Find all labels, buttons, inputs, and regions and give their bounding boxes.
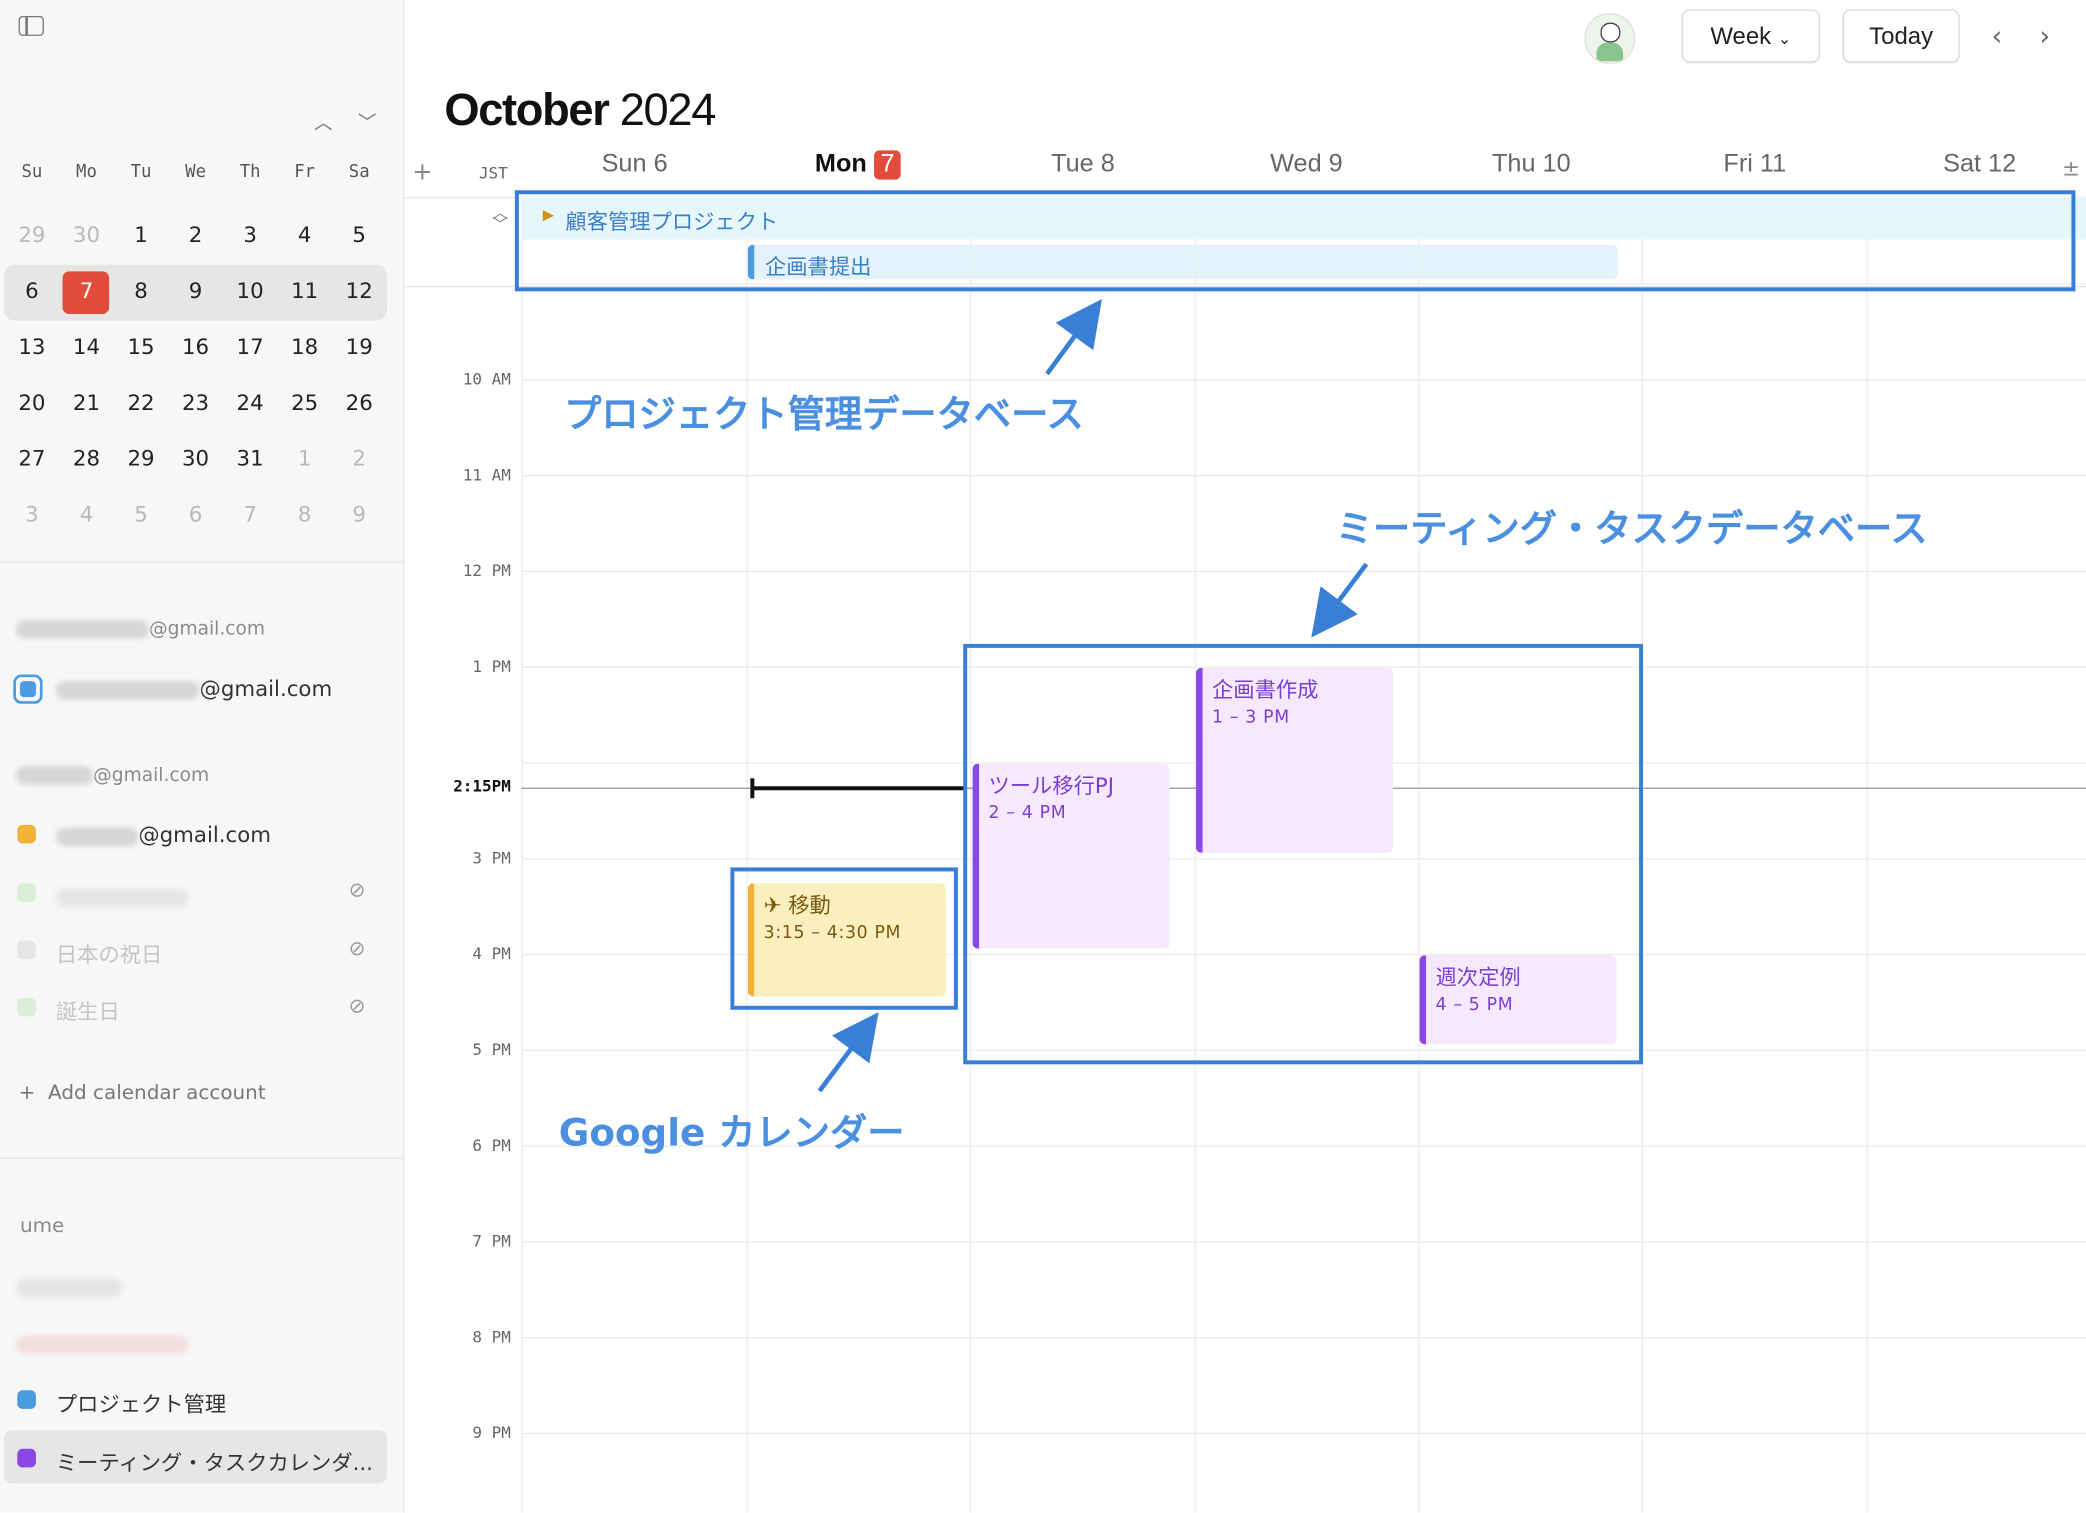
arrow-project <box>1045 298 1102 376</box>
annotation-arrows <box>817 298 1369 1093</box>
arrow-meeting <box>1311 562 1369 638</box>
calendar-app: ︿ ﹀ Su Mo Tu We Th Fr Sa 29 30 1 2 3 4 5 6 7 8 9 10 11 12 13 1… <box>0 0 2086 1513</box>
arrow-google <box>817 1012 879 1093</box>
